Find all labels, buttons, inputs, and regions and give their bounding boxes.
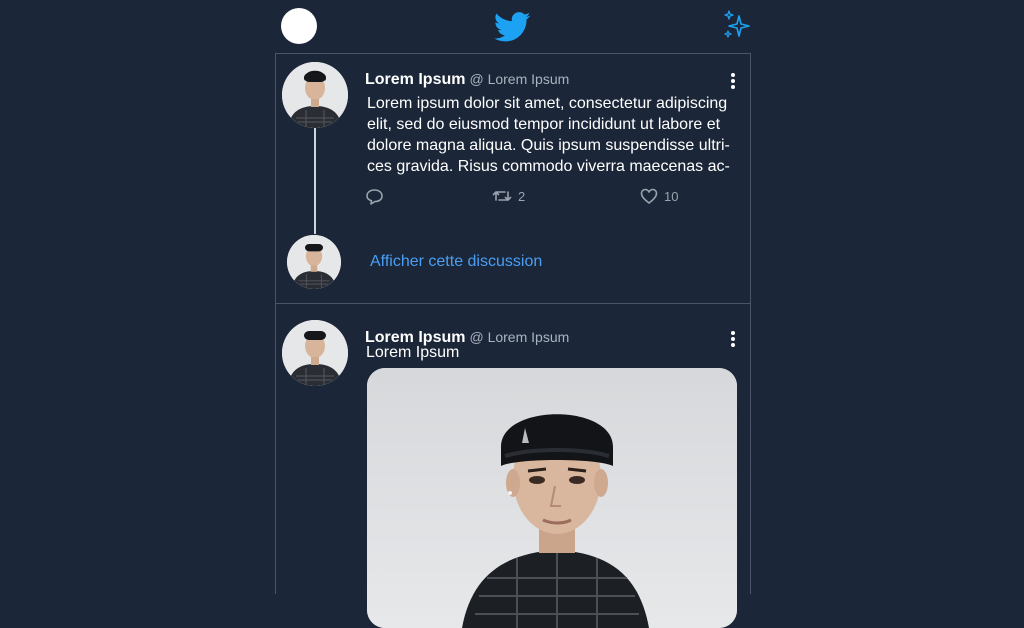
author-avatar[interactable] <box>282 320 348 386</box>
more-options-icon[interactable] <box>728 72 738 92</box>
more-options-icon[interactable] <box>728 330 738 350</box>
author-avatar[interactable] <box>282 62 348 128</box>
retweet-button[interactable]: 2 <box>492 188 525 204</box>
tweet-media-image[interactable] <box>367 368 737 628</box>
like-button[interactable]: 10 <box>640 188 678 204</box>
tweet-text: Lorem ipsum dolor sit amet, consectetur … <box>367 95 730 175</box>
tweet-header: Lorem Ipsum @ Lorem Ipsum <box>365 71 569 89</box>
twitter-bird-icon[interactable] <box>494 12 531 43</box>
author-name[interactable]: Lorem Ipsum <box>365 71 465 88</box>
heart-icon <box>640 188 658 204</box>
timeline-feed: Lorem Ipsum @ Lorem Ipsum Lorem ipsum dol… <box>275 53 751 628</box>
tweet-text: Lorem Ipsum <box>366 344 460 361</box>
tweet-actions: 2 10 <box>365 188 735 210</box>
tweet[interactable]: Lorem Ipsum @ Lorem Ipsum Lorem Ipsum <box>276 304 750 628</box>
show-thread-link[interactable]: Afficher cette discussion <box>370 253 542 271</box>
retweet-icon <box>492 191 512 201</box>
retweet-count: 2 <box>518 188 526 204</box>
top-bar <box>276 0 750 54</box>
thread-avatar[interactable] <box>287 235 341 289</box>
reply-icon <box>366 189 383 205</box>
sparkle-icon[interactable] <box>723 10 751 40</box>
like-count: 10 <box>664 188 679 204</box>
author-handle[interactable]: @ Lorem Ipsum <box>469 329 569 345</box>
reply-button[interactable] <box>365 188 384 206</box>
author-handle[interactable]: @ Lorem Ipsum <box>469 71 569 87</box>
tweet[interactable]: Lorem Ipsum @ Lorem Ipsum Lorem ipsum dol… <box>276 54 750 304</box>
profile-avatar[interactable] <box>281 8 317 44</box>
thread-connector <box>314 128 316 234</box>
